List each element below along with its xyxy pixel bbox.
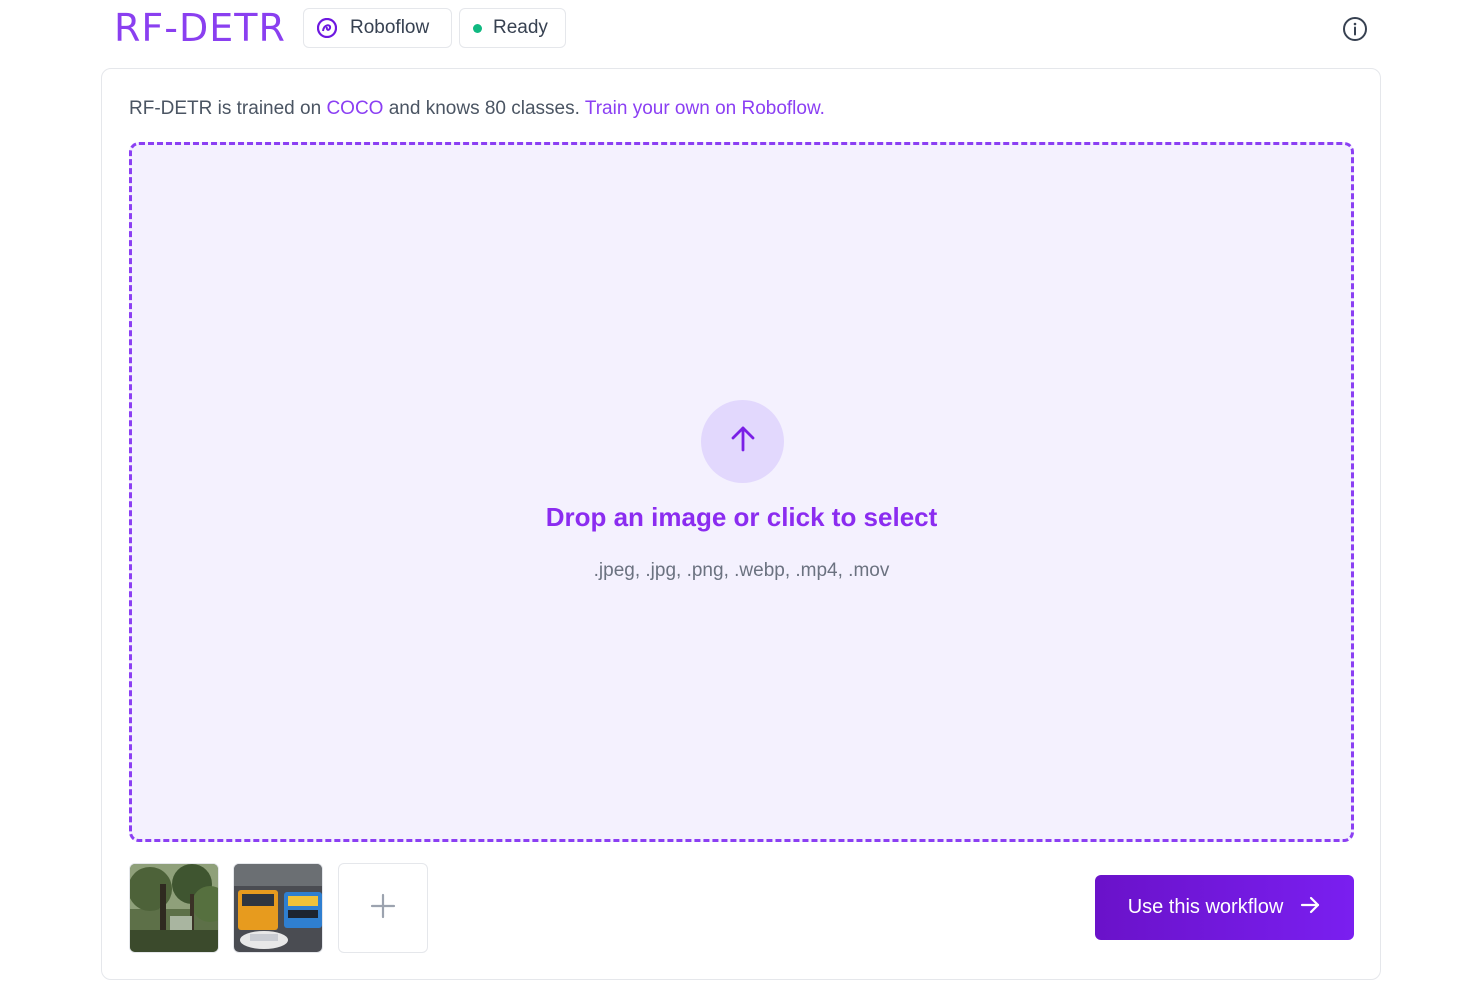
arrow-up-icon bbox=[727, 423, 759, 460]
intro-prefix: RF-DETR is trained on bbox=[129, 98, 327, 119]
roboflow-chip-label: Roboflow bbox=[350, 17, 430, 38]
roboflow-logo-icon bbox=[316, 17, 338, 39]
dropzone-title: Drop an image or click to select bbox=[545, 502, 938, 532]
arrow-right-icon bbox=[1299, 894, 1321, 922]
app-header: RF-DETR Roboflow Ready bbox=[0, 0, 1480, 58]
sample-thumbnail-forest[interactable] bbox=[129, 863, 219, 953]
forest-thumbnail bbox=[130, 864, 218, 952]
status-label: Ready bbox=[493, 17, 548, 38]
plus-icon bbox=[370, 893, 396, 924]
upload-button[interactable] bbox=[701, 400, 784, 483]
app-title: RF-DETR bbox=[114, 6, 286, 50]
info-icon[interactable] bbox=[1342, 16, 1368, 42]
roboflow-chip[interactable]: Roboflow bbox=[303, 8, 452, 48]
upload-dropzone[interactable]: Drop an image or click to select .jpeg, … bbox=[129, 142, 1354, 842]
accepted-formats: .jpeg, .jpg, .png, .webp, .mp4, .mov bbox=[593, 560, 890, 581]
use-workflow-label: Use this workflow bbox=[1127, 896, 1284, 918]
intro-middle: and knows 80 classes. bbox=[383, 98, 585, 119]
workflow-card: RF-DETR is trained on COCO and knows 80 … bbox=[101, 68, 1381, 980]
sample-thumbnail-street[interactable] bbox=[233, 863, 323, 953]
buses-street-thumbnail bbox=[234, 864, 322, 952]
use-workflow-button[interactable]: Use this workflow bbox=[1095, 875, 1354, 940]
add-sample-button[interactable] bbox=[338, 863, 428, 953]
status-chip: Ready bbox=[459, 8, 566, 48]
status-dot-icon bbox=[473, 23, 482, 33]
train-on-roboflow-link[interactable]: Train your own on Roboflow. bbox=[585, 98, 825, 119]
intro-text: RF-DETR is trained on COCO and knows 80 … bbox=[129, 96, 825, 122]
coco-link[interactable]: COCO bbox=[326, 98, 383, 119]
